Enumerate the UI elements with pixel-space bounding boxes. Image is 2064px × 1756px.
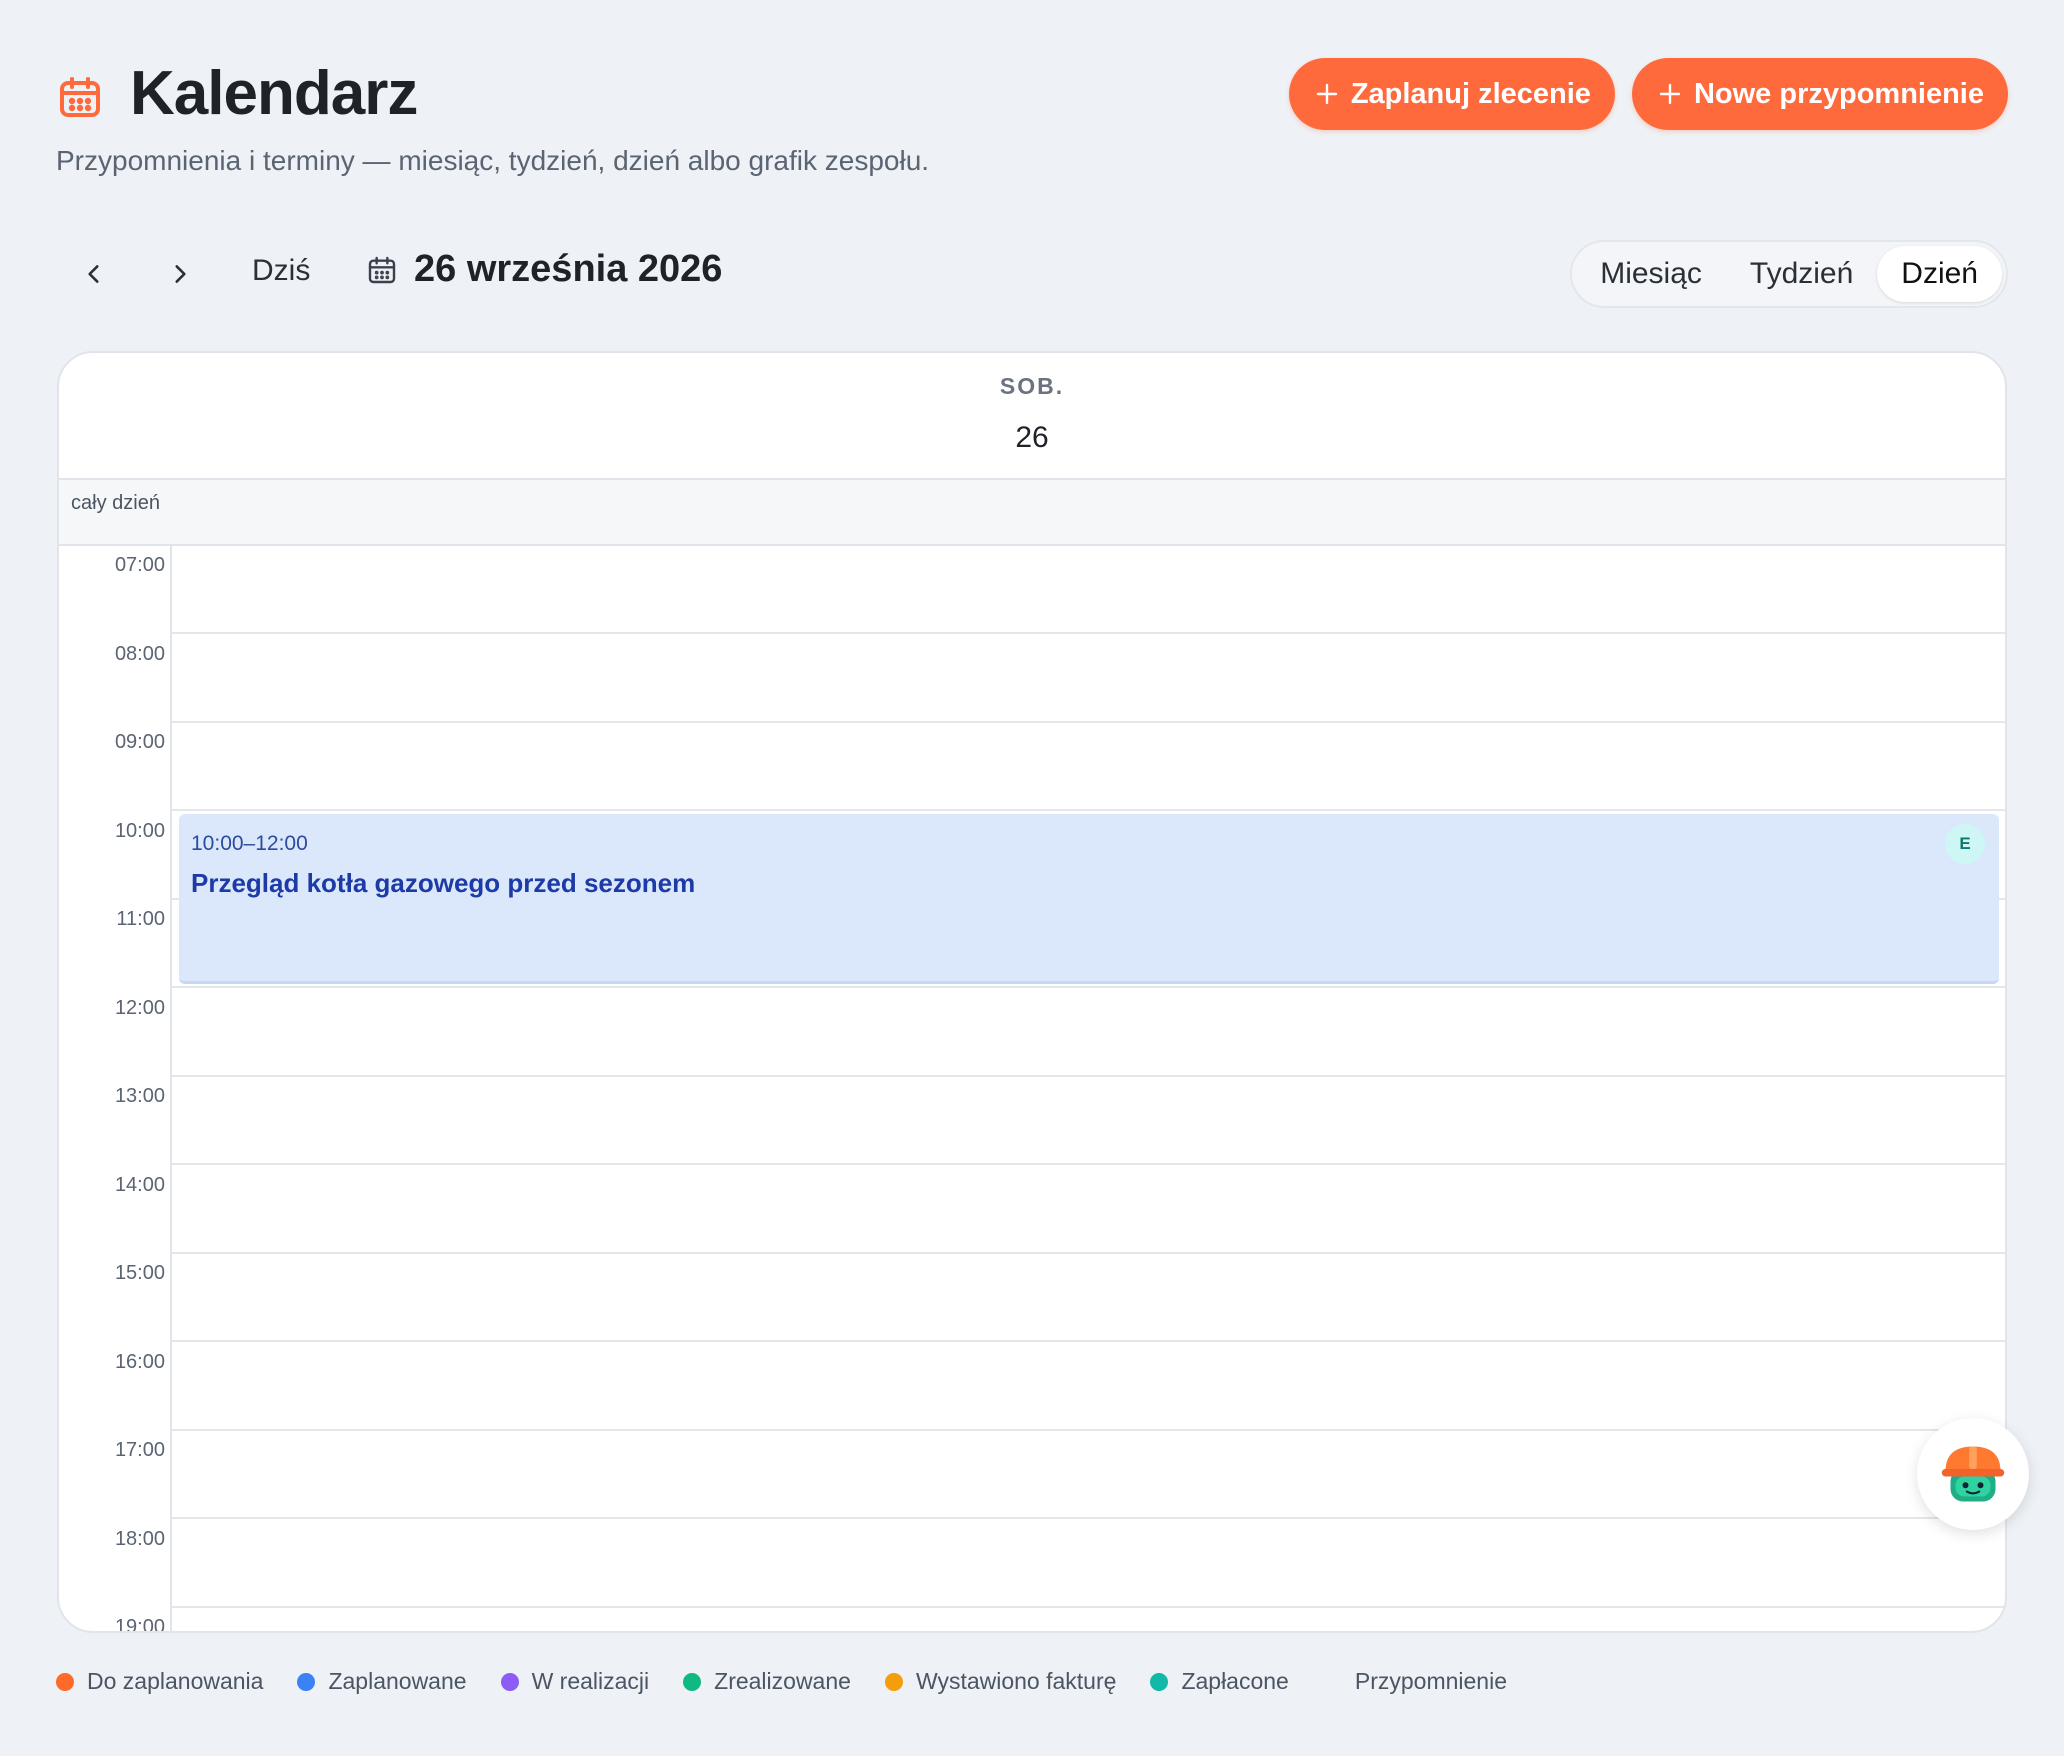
event-title: Przegląd kotła gazowego przed sezonem <box>191 868 696 898</box>
plus-icon <box>1659 83 1681 105</box>
hour-label: 10:00 <box>114 819 165 842</box>
schedule-job-label: Zaplanuj zlecenie <box>1350 77 1591 110</box>
status-dot <box>1150 1672 1169 1691</box>
calendar-icon <box>60 76 100 117</box>
hour-slot[interactable] <box>172 1166 2005 1254</box>
legend-item: Zrealizowane <box>683 1668 851 1695</box>
legend-label: Do zaplanowania <box>87 1668 264 1694</box>
hour-slot[interactable] <box>172 989 2005 1077</box>
status-dot <box>56 1672 74 1691</box>
day-calendar: SOB. 26 cały dzień 10:00–12:00 Przegląd … <box>57 351 2007 1633</box>
calendar-icon <box>368 256 396 283</box>
previous-button[interactable] <box>66 246 122 302</box>
hour-slot[interactable] <box>172 1343 2005 1431</box>
hour-label: 09:00 <box>114 731 165 753</box>
hour-label: 16:00 <box>114 1350 165 1373</box>
legend-label: Zapłacone <box>1181 1668 1289 1694</box>
all-day-label: cały dzień <box>71 492 160 514</box>
header-actions: Zaplanuj zlecenie Nowe przypomnienie <box>1288 58 2008 130</box>
legend-label: Wystawiono fakturę <box>915 1668 1117 1694</box>
chevron-right-icon <box>175 265 186 283</box>
next-button[interactable] <box>152 246 208 302</box>
hour-slot[interactable] <box>172 1608 2005 1631</box>
hour-label: 18:00 <box>114 1527 165 1550</box>
assistant-helmet-icon <box>1941 1446 2005 1502</box>
calendar-toolbar: Dziś 26 września 2026 Miesiąc Tydzień Dz… <box>56 240 2008 310</box>
day-header: SOB. 26 <box>59 353 2005 480</box>
schedule-job-button[interactable]: Zaplanuj zlecenie <box>1288 58 1615 130</box>
day-number: 26 <box>1015 421 1049 454</box>
time-grid: 10:00–12:00 Przegląd kotła gazowego prze… <box>59 546 2005 1633</box>
hour-slot[interactable] <box>172 635 2005 723</box>
legend-item: W realizacji <box>500 1668 650 1695</box>
page-header: Kalendarz Przypomnienia i terminy — mies… <box>56 58 2008 188</box>
chevron-left-icon <box>88 265 99 283</box>
page-title: Kalendarz <box>130 59 418 128</box>
legend-label: Zrealizowane <box>714 1668 851 1694</box>
legend-item: Zaplanowane <box>297 1668 467 1695</box>
event-time: 10:00–12:00 <box>191 832 308 855</box>
today-button[interactable]: Dziś <box>252 254 310 288</box>
status-dot <box>297 1672 316 1691</box>
hour-slot[interactable] <box>172 1077 2005 1165</box>
current-date-text: 26 września 2026 <box>414 248 723 290</box>
status-dot <box>683 1672 702 1691</box>
legend-item: Wystawiono fakturę <box>884 1668 1117 1695</box>
legend-item: Zapłacone <box>1150 1668 1289 1695</box>
legend-label: W realizacji <box>531 1668 650 1694</box>
plus-icon <box>1316 83 1338 105</box>
hour-label: 15:00 <box>114 1262 165 1284</box>
tab-week[interactable]: Tydzień <box>1726 246 1877 302</box>
assistant-button[interactable] <box>1917 1418 2029 1530</box>
hour-label: 13:00 <box>114 1085 165 1107</box>
status-dot <box>500 1672 519 1691</box>
hour-slot[interactable] <box>172 1431 2005 1519</box>
legend-reminder-label: Przypomnienie <box>1354 1668 1507 1694</box>
hour-slot[interactable] <box>172 723 2005 811</box>
status-legend: Do zaplanowania Zaplanowane W realizacji… <box>56 1668 1507 1695</box>
tab-day[interactable]: Dzień <box>1877 246 2002 302</box>
legend-item: Do zaplanowania <box>56 1668 263 1695</box>
hour-slot[interactable] <box>172 546 2005 634</box>
hour-label: 14:00 <box>114 1173 165 1196</box>
calendar-app: Kalendarz Przypomnienia i terminy — mies… <box>0 0 2064 1756</box>
hour-slot[interactable] <box>172 1254 2005 1342</box>
new-reminder-label: Nowe przypomnienie <box>1693 77 1984 110</box>
page-subtitle: Przypomnienia i terminy — miesiąc, tydzi… <box>56 145 930 176</box>
hour-label: 07:00 <box>114 554 165 576</box>
hour-label: 12:00 <box>114 996 165 1019</box>
hour-label: 17:00 <box>114 1439 165 1461</box>
new-reminder-button[interactable]: Nowe przypomnienie <box>1631 58 2008 130</box>
hour-slot[interactable] <box>172 1520 2005 1608</box>
legend-label: Zaplanowane <box>328 1668 467 1694</box>
calendar-event[interactable]: 10:00–12:00 Przegląd kotła gazowego prze… <box>179 814 1999 984</box>
event-assignee-badge: E <box>1945 824 1985 864</box>
current-date[interactable]: 26 września 2026 <box>366 248 722 291</box>
hour-label: 19:00 <box>114 1616 165 1633</box>
day-name: SOB. <box>999 373 1065 399</box>
hour-label: 11:00 <box>116 908 165 930</box>
hour-label: 08:00 <box>114 642 165 665</box>
status-dot <box>884 1672 903 1691</box>
view-switcher: Miesiąc Tydzień Dzień <box>1570 240 2008 308</box>
all-day-row[interactable]: cały dzień <box>59 480 2005 546</box>
tab-month[interactable]: Miesiąc <box>1576 246 1726 302</box>
